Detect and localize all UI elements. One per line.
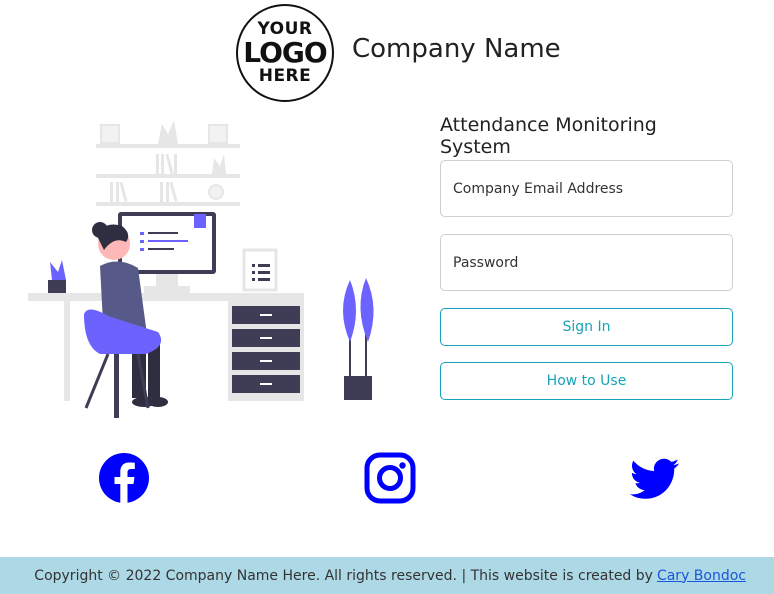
login-form: Attendance Monitoring System Sign In How…: [440, 112, 733, 416]
sign-in-button[interactable]: Sign In: [440, 308, 733, 346]
password-input[interactable]: [440, 234, 733, 291]
working-at-desk-illustration: [28, 120, 374, 418]
logo-text-line-2: LOGO: [243, 36, 327, 69]
copyright-text: Copyright © 2022 Company Name Here. All …: [34, 567, 653, 584]
floor-plant: [343, 278, 374, 400]
how-to-use-button[interactable]: How to Use: [440, 362, 733, 400]
twitter-icon[interactable]: [629, 452, 681, 504]
instagram-icon[interactable]: [364, 452, 416, 504]
desk-plant: [48, 260, 66, 293]
header: YOUR LOGO HERE Company Name: [0, 0, 774, 108]
footer: Copyright © 2022 Company Name Here. All …: [0, 557, 774, 594]
company-email-input[interactable]: [440, 160, 733, 217]
company-logo: YOUR LOGO HERE: [236, 4, 334, 102]
form-title: Attendance Monitoring System: [440, 114, 657, 158]
clipboard: [242, 248, 278, 292]
author-link[interactable]: Cary Bondoc: [657, 568, 746, 584]
company-name: Company Name: [352, 34, 561, 64]
logo-text-line-3: HERE: [258, 66, 312, 86]
facebook-icon[interactable]: [98, 452, 150, 504]
shelf-group: [96, 120, 240, 206]
